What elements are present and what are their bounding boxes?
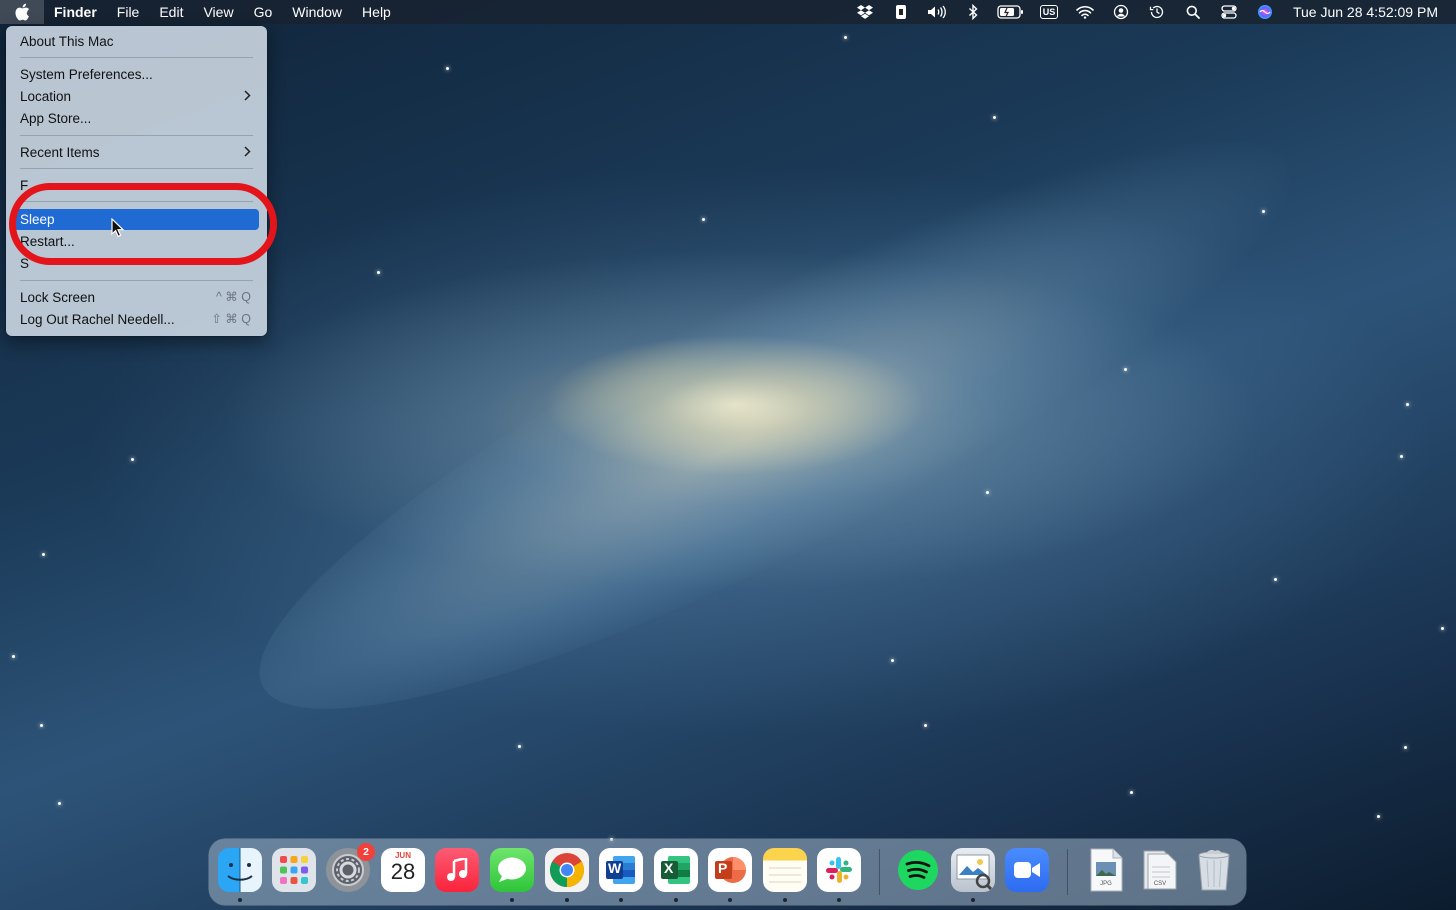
dropbox-icon[interactable]	[847, 0, 883, 24]
calendar-icon[interactable]: JUN 28	[381, 848, 425, 892]
jpg-file-icon[interactable]: JPG	[1084, 848, 1128, 892]
volume-icon[interactable]	[919, 0, 955, 24]
chevron-right-icon	[243, 142, 251, 163]
time-machine-icon[interactable]	[1139, 0, 1175, 24]
spotify-icon[interactable]	[896, 848, 940, 892]
menu-item-about-this-mac[interactable]: About This Mac	[14, 31, 259, 52]
bluetooth-icon[interactable]	[955, 0, 991, 24]
music-icon[interactable]	[435, 848, 479, 892]
apple-menu-dropdown: About This Mac System Preferences... Loc…	[6, 26, 267, 336]
csv-file-label: CSV	[1153, 881, 1167, 887]
dock: 2 JUN 28 W X P JPG CSV	[209, 839, 1246, 905]
menu-item-log-out[interactable]: Log Out Rachel Needell... ⇧ ⌘ Q	[14, 309, 259, 330]
wallpaper-galaxy	[205, 52, 1345, 798]
menu-separator	[20, 168, 253, 169]
csv-file-icon[interactable]: CSV	[1138, 848, 1182, 892]
running-indicator	[674, 898, 678, 902]
menu-bar-clock[interactable]: Tue Jun 28 4:52:09 PM	[1283, 4, 1438, 20]
running-indicator	[783, 898, 787, 902]
keyboard-input-icon[interactable]: US	[1031, 0, 1067, 24]
menu-help[interactable]: Help	[352, 0, 401, 24]
jpg-file-label: JPG	[1100, 881, 1112, 887]
running-indicator	[510, 898, 514, 902]
excel-letter: X	[664, 860, 674, 876]
dock-divider	[1067, 849, 1068, 895]
user-account-icon[interactable]	[1103, 0, 1139, 24]
menu-file[interactable]: File	[107, 0, 150, 24]
preview-icon[interactable]	[951, 848, 995, 892]
highlight-annotation-ring	[9, 183, 277, 265]
system-preferences-icon[interactable]: 2	[326, 843, 375, 892]
excel-icon[interactable]: X	[654, 848, 698, 892]
control-center-icon[interactable]	[1211, 0, 1247, 24]
menu-go[interactable]: Go	[244, 0, 283, 24]
menu-separator	[20, 280, 253, 281]
spotlight-search-icon[interactable]	[1175, 0, 1211, 24]
menu-item-label: System Preferences...	[20, 67, 153, 82]
messages-icon[interactable]	[490, 848, 534, 892]
menu-item-label: Recent Items	[20, 145, 100, 160]
running-indicator	[619, 898, 623, 902]
menu-item-label: About This Mac	[20, 34, 114, 49]
word-letter: W	[608, 860, 622, 876]
apple-menu-icon[interactable]	[0, 0, 44, 24]
trash-icon[interactable]	[1192, 848, 1236, 892]
menu-item-shortcut: ⇧ ⌘ Q	[211, 312, 251, 326]
launchpad-icon[interactable]	[272, 848, 316, 892]
chevron-right-icon	[243, 86, 251, 107]
running-indicator	[971, 898, 975, 902]
battery-icon[interactable]	[991, 0, 1031, 24]
finder-icon[interactable]	[218, 848, 262, 892]
notification-badge: 2	[357, 843, 375, 861]
menu-separator	[20, 57, 253, 58]
menu-view[interactable]: View	[193, 0, 243, 24]
notes-icon[interactable]	[763, 848, 807, 892]
running-indicator	[565, 898, 569, 902]
powerpoint-icon[interactable]: P	[708, 848, 752, 892]
calendar-day: 28	[390, 859, 416, 884]
powerpoint-letter: P	[718, 860, 728, 876]
siri-icon[interactable]	[1247, 0, 1283, 24]
menu-item-app-store[interactable]: App Store...	[14, 108, 259, 129]
menu-edit[interactable]: Edit	[149, 0, 193, 24]
running-indicator	[728, 898, 732, 902]
menu-item-lock-screen[interactable]: Lock Screen ^ ⌘ Q	[14, 287, 259, 308]
menu-finder[interactable]: Finder	[44, 0, 107, 24]
menu-item-label: Log Out Rachel Needell...	[20, 312, 175, 327]
chrome-icon[interactable]	[545, 848, 589, 892]
menu-item-recent-items[interactable]: Recent Items	[14, 142, 259, 163]
menu-bar: Finder File Edit View Go Window Help US	[0, 0, 1456, 24]
menu-window[interactable]: Window	[282, 0, 352, 24]
menu-item-shortcut: ^ ⌘ Q	[215, 290, 251, 304]
mouse-cursor-icon	[111, 218, 125, 238]
running-indicator	[837, 898, 841, 902]
slack-icon[interactable]	[817, 848, 861, 892]
wifi-icon[interactable]	[1067, 0, 1103, 24]
running-indicator	[238, 898, 242, 902]
menu-item-location[interactable]: Location	[14, 86, 259, 107]
document-status-icon[interactable]	[883, 0, 919, 24]
menu-item-label: Lock Screen	[20, 290, 96, 305]
menu-separator	[20, 135, 253, 136]
word-icon[interactable]: W	[599, 848, 643, 892]
menu-item-label: Location	[20, 89, 72, 104]
zoom-icon[interactable]	[1005, 848, 1049, 892]
menu-item-label: App Store...	[20, 111, 92, 126]
menu-item-system-preferences[interactable]: System Preferences...	[14, 64, 259, 85]
keyboard-layout-label: US	[1039, 5, 1059, 19]
dock-divider	[879, 849, 880, 895]
